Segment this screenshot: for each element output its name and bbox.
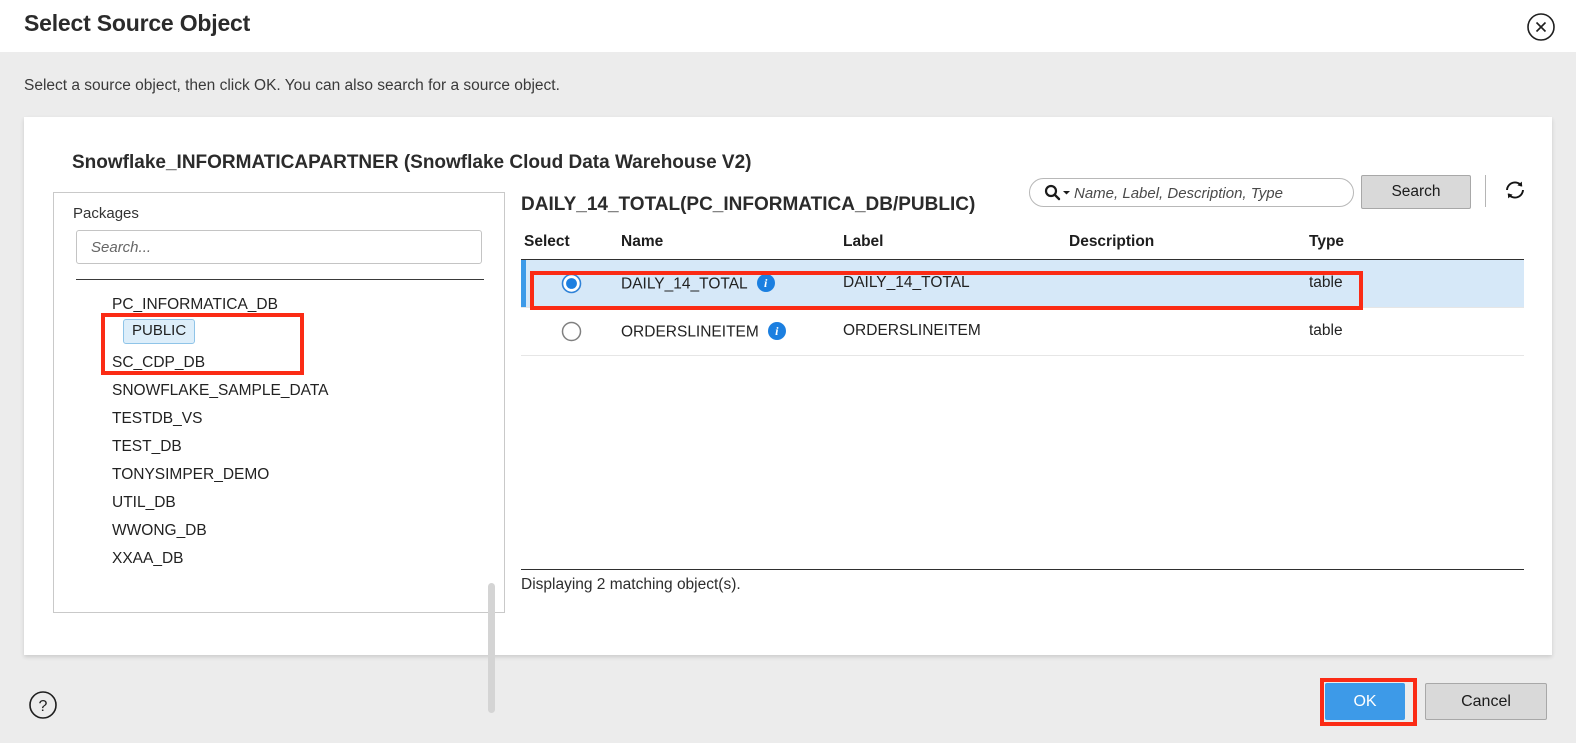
list-item[interactable]: SC_CDP_DB — [55, 349, 505, 377]
list-item[interactable]: TEST_DB — [55, 433, 505, 461]
column-header-description: Description — [1069, 233, 1155, 250]
results-search-box[interactable]: Name, Label, Description, Type — [1029, 178, 1354, 207]
close-icon[interactable] — [1526, 12, 1556, 42]
packages-divider — [76, 279, 484, 280]
dialog-subtitle: Select a source object, then click OK. Y… — [24, 77, 560, 94]
magnifier-dropdown-icon[interactable] — [1044, 184, 1071, 201]
dialog-header: Select Source Object — [0, 0, 1576, 52]
list-item[interactable]: TESTDB_VS — [55, 405, 505, 433]
cell-type: table — [1309, 322, 1343, 339]
packages-list[interactable]: HAUS_CDP_DEMO_DB PC_INFORMATICA_DB PUBLI… — [55, 281, 505, 612]
schema-item-public[interactable]: PUBLIC — [55, 319, 505, 349]
cell-name: ORDERSLINEITEM i — [621, 322, 786, 342]
results-title: DAILY_14_TOTAL(PC_INFORMATICA_DB/PUBLIC) — [521, 194, 976, 215]
list-item[interactable]: UTIL_DB — [55, 489, 505, 517]
package-name: TEST_DB — [112, 438, 182, 455]
schema-badge: PUBLIC — [123, 319, 196, 344]
dialog-title: Select Source Object — [24, 10, 251, 36]
chevron-down-icon — [1063, 191, 1070, 195]
column-header-label: Label — [843, 233, 884, 250]
object-name: ORDERSLINEITEM — [621, 323, 759, 341]
connection-title: Snowflake_INFORMATICAPARTNER (Snowflake … — [72, 152, 752, 173]
package-name: SC_CDP_DB — [112, 354, 206, 371]
column-header-select: Select — [524, 233, 570, 250]
package-name: SNOWFLAKE_SAMPLE_DATA — [112, 382, 329, 399]
ok-button[interactable]: OK — [1325, 683, 1405, 720]
table-row[interactable]: DAILY_14_TOTAL i DAILY_14_TOTAL table — [521, 260, 1524, 308]
cancel-button[interactable]: Cancel — [1425, 683, 1547, 720]
list-item[interactable]: WWONG_DB — [55, 517, 505, 545]
cell-name: DAILY_14_TOTAL i — [621, 274, 775, 294]
object-name: DAILY_14_TOTAL — [621, 275, 748, 293]
packages-search-input[interactable] — [76, 230, 482, 264]
results-search-placeholder: Name, Label, Description, Type — [1074, 185, 1283, 202]
cell-type: table — [1309, 274, 1343, 291]
table-header-row: Select Name Label Description Type — [521, 227, 1524, 260]
table-row[interactable]: ORDERSLINEITEM i ORDERSLINEITEM table — [521, 308, 1524, 356]
list-item[interactable]: XXAA_DB — [55, 545, 505, 573]
cell-label: ORDERSLINEITEM — [843, 322, 981, 339]
row-radio[interactable] — [561, 321, 582, 347]
cell-label: DAILY_14_TOTAL — [843, 274, 970, 291]
row-radio-selected[interactable] — [561, 273, 582, 299]
info-icon[interactable]: i — [756, 274, 775, 292]
package-name: UTIL_DB — [112, 494, 176, 511]
scrollbar-thumb[interactable] — [488, 583, 495, 713]
results-table: Select Name Label Description Type DAILY… — [521, 227, 1524, 356]
package-name: TESTDB_VS — [112, 410, 203, 427]
package-name: XXAA_DB — [112, 550, 184, 567]
search-button[interactable]: Search — [1361, 175, 1471, 209]
package-name: PC_INFORMATICA_DB — [112, 296, 278, 313]
list-item[interactable]: TONYSIMPER_DEMO — [55, 461, 505, 489]
packages-scrollbar[interactable] — [488, 583, 495, 713]
package-name: TONYSIMPER_DEMO — [112, 466, 270, 483]
results-status: Displaying 2 matching object(s). — [521, 576, 741, 593]
refresh-icon[interactable] — [1502, 177, 1528, 203]
column-header-type: Type — [1309, 233, 1345, 250]
list-item[interactable]: HAUS_CDP_DEMO_DB — [55, 281, 505, 291]
packages-panel: Packages HAUS_CDP_DEMO_DB PC_INFORMATICA… — [53, 192, 505, 713]
svg-text:?: ? — [39, 698, 48, 715]
packages-label: Packages — [73, 205, 139, 222]
table-footer-divider — [521, 569, 1524, 570]
list-item[interactable]: PC_INFORMATICA_DB — [55, 291, 505, 319]
info-icon[interactable]: i — [767, 322, 786, 340]
list-item[interactable]: SNOWFLAKE_SAMPLE_DATA — [55, 377, 505, 405]
column-header-name: Name — [621, 233, 664, 250]
toolbar-divider — [1485, 175, 1486, 207]
help-icon[interactable]: ? — [28, 690, 58, 720]
content-card: Snowflake_INFORMATICAPARTNER (Snowflake … — [24, 117, 1552, 713]
package-name: WWONG_DB — [112, 522, 207, 539]
